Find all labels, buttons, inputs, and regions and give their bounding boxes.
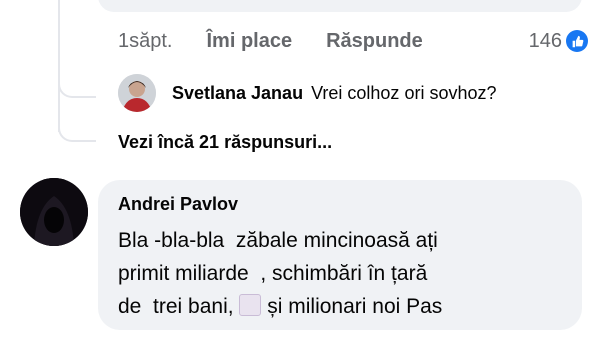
comment-text: Bla -bla-bla zăbale mincinoasă ați primi… (118, 229, 443, 318)
book-emoji-icon (239, 294, 262, 316)
thread-connector-line (58, 0, 60, 132)
reaction-summary[interactable]: 146 (529, 30, 588, 53)
reply-author[interactable]: Svetlana Janau (172, 83, 303, 104)
comment-timestamp[interactable]: 1săpt. (118, 30, 172, 53)
reply-button[interactable]: Răspunde (326, 30, 423, 53)
comment-actions: 1săpt. Îmi place Răspunde 146 (118, 26, 588, 56)
previous-comment-bubble (98, 0, 582, 12)
like-button[interactable]: Îmi place (206, 30, 292, 53)
like-icon (566, 30, 588, 52)
avatar[interactable] (118, 74, 156, 112)
view-more-replies-link[interactable]: Vezi încă 21 răspunsuri... (118, 132, 332, 153)
thread-connector-curve (58, 114, 96, 142)
comment-author[interactable]: Andrei Pavlov (118, 194, 238, 215)
avatar[interactable] (20, 178, 88, 246)
reply-row: Svetlana Janau Vrei colhoz ori sovhoz? (118, 74, 497, 112)
comment-bubble: Andrei Pavlov Bla -bla-bla zăbale mincin… (98, 180, 582, 330)
reaction-count: 146 (528, 29, 562, 52)
thread-connector-curve (58, 70, 96, 98)
reply-text: Vrei colhoz ori sovhoz? (311, 82, 497, 103)
